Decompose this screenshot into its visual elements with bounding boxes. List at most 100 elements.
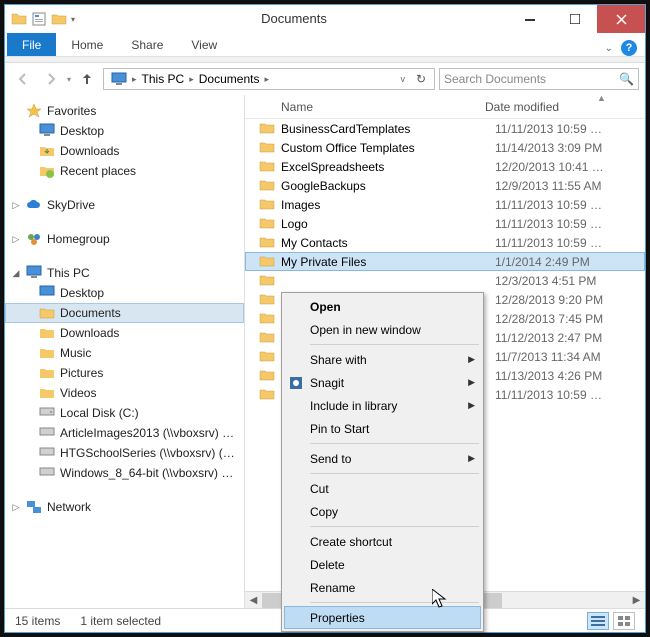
file-row[interactable]: ExcelSpreadsheets12/20/2013 10:41 … (245, 157, 645, 176)
cm-send-to[interactable]: Send to▶ (284, 447, 481, 470)
new-folder-icon[interactable] (51, 11, 67, 27)
star-icon (26, 103, 42, 119)
breadcrumb[interactable]: ▸ This PC ▸ Documents ▸ v ↻ (103, 68, 435, 90)
search-input[interactable]: Search Documents 🔍 (439, 68, 639, 90)
chevron-right-icon[interactable]: ▸ (264, 74, 269, 85)
tab-file[interactable]: File (7, 33, 56, 56)
forward-button[interactable] (39, 67, 63, 91)
cm-properties[interactable]: Properties (284, 606, 481, 629)
nav-pc-network-drive-e[interactable]: ArticleImages2013 (\\vboxsrv) (E:) (5, 423, 244, 443)
folder-icon (259, 273, 275, 289)
expand-ribbon-icon[interactable]: ⌄ (605, 43, 613, 54)
tab-home[interactable]: Home (58, 33, 116, 56)
breadcrumb-dropdown-icon[interactable]: v (396, 69, 411, 89)
back-button[interactable] (11, 67, 35, 91)
scroll-left-icon[interactable]: ◀ (245, 595, 262, 606)
refresh-button[interactable]: ↻ (410, 72, 432, 86)
nav-this-pc[interactable]: ◢ This PC (5, 263, 244, 283)
pictures-icon (39, 365, 55, 381)
network-drive-icon (39, 425, 55, 441)
folder-icon (259, 349, 275, 365)
nav-skydrive[interactable]: ▷ SkyDrive (5, 195, 244, 215)
folder-icon (259, 121, 275, 137)
cm-separator (310, 473, 479, 474)
nav-homegroup[interactable]: ▷ Homegroup (5, 229, 244, 249)
cm-rename[interactable]: Rename (284, 576, 481, 599)
nav-pc-desktop[interactable]: Desktop (5, 283, 244, 303)
submenu-arrow-icon: ▶ (468, 354, 475, 365)
column-header-name[interactable]: Name (245, 100, 481, 114)
file-name: My Contacts (281, 236, 495, 250)
column-header-date[interactable]: Date modified (481, 100, 645, 114)
disclosure-open-icon[interactable]: ◢ (11, 268, 21, 279)
icons-view-button[interactable] (613, 612, 635, 630)
file-date: 12/28/2013 9:20 PM (495, 293, 603, 307)
breadcrumb-documents[interactable]: Documents (194, 69, 265, 89)
file-date: 1/1/2014 2:49 PM (495, 255, 590, 269)
file-row[interactable]: My Private Files1/1/2014 2:49 PM (245, 252, 645, 271)
navigation-pane: Favorites Desktop Downloads Recent place… (5, 95, 245, 608)
nav-pc-music[interactable]: Music (5, 343, 244, 363)
cm-snagit[interactable]: Snagit▶ (284, 371, 481, 394)
qat-dropdown-icon[interactable]: ▾ (71, 15, 75, 24)
nav-pc-documents[interactable]: Documents (5, 303, 244, 323)
cm-pin-start[interactable]: Pin to Start (284, 417, 481, 440)
cm-share-with[interactable]: Share with▶ (284, 348, 481, 371)
file-row[interactable]: GoogleBackups12/9/2013 11:55 AM (245, 176, 645, 195)
up-button[interactable] (75, 67, 99, 91)
disclosure-icon[interactable]: ▷ (11, 502, 21, 513)
file-row[interactable]: 12/3/2013 4:51 PM (245, 271, 645, 290)
cm-open-new-window[interactable]: Open in new window (284, 318, 481, 341)
file-row[interactable]: My Contacts11/11/2013 10:59 … (245, 233, 645, 252)
file-name: Custom Office Templates (281, 141, 495, 155)
cm-create-shortcut[interactable]: Create shortcut (284, 530, 481, 553)
file-date: 11/11/2013 10:59 … (495, 198, 602, 212)
cm-include-library[interactable]: Include in library▶ (284, 394, 481, 417)
breadcrumb-this-pc[interactable]: This PC (137, 69, 190, 89)
nav-favorites[interactable]: Favorites (5, 101, 244, 121)
details-view-button[interactable] (587, 612, 609, 630)
drive-icon (39, 405, 55, 421)
properties-icon[interactable] (31, 11, 47, 27)
nav-pc-videos[interactable]: Videos (5, 383, 244, 403)
file-row[interactable]: Logo11/11/2013 10:59 … (245, 214, 645, 233)
minimize-button[interactable] (507, 5, 552, 33)
folder-icon (259, 292, 275, 308)
nav-pc-pictures[interactable]: Pictures (5, 363, 244, 383)
file-date: 12/20/2013 10:41 … (495, 160, 604, 174)
tab-share[interactable]: Share (118, 33, 176, 56)
file-row[interactable]: BusinessCardTemplates11/11/2013 10:59 … (245, 119, 645, 138)
status-item-count: 15 items (15, 614, 60, 628)
folder-icon (259, 159, 275, 175)
cm-copy[interactable]: Copy (284, 500, 481, 523)
nav-pc-network-drive-h[interactable]: Windows_8_64-bit (\\vboxsrv) (H:) (5, 463, 244, 483)
disclosure-icon[interactable]: ▷ (11, 234, 21, 245)
tab-view[interactable]: View (178, 33, 230, 56)
nav-pc-downloads[interactable]: Downloads (5, 323, 244, 343)
help-icon[interactable]: ? (621, 40, 637, 56)
file-row[interactable]: Custom Office Templates11/14/2013 3:09 P… (245, 138, 645, 157)
sort-indicator-icon: ▲ (597, 95, 606, 103)
nav-favorites-recent[interactable]: Recent places (5, 161, 244, 181)
scroll-right-icon[interactable]: ▶ (628, 595, 645, 606)
breadcrumb-monitor-icon[interactable] (106, 69, 132, 89)
nav-favorites-desktop[interactable]: Desktop (5, 121, 244, 141)
recent-dropdown-icon[interactable]: ▾ (67, 75, 71, 84)
cm-cut[interactable]: Cut (284, 477, 481, 500)
file-date: 12/3/2013 4:51 PM (495, 274, 596, 288)
cm-separator (310, 526, 479, 527)
nav-network[interactable]: ▷ Network (5, 497, 244, 517)
file-name: Images (281, 198, 495, 212)
cm-delete[interactable]: Delete (284, 553, 481, 576)
cm-open[interactable]: Open (284, 295, 481, 318)
file-date: 11/11/2013 10:59 … (495, 236, 602, 250)
disclosure-icon[interactable]: ▷ (11, 200, 21, 211)
nav-favorites-downloads[interactable]: Downloads (5, 141, 244, 161)
file-date: 12/9/2013 11:55 AM (495, 179, 602, 193)
file-row[interactable]: Images11/11/2013 10:59 … (245, 195, 645, 214)
maximize-button[interactable] (552, 5, 597, 33)
nav-pc-network-drive-g[interactable]: HTGSchoolSeries (\\vboxsrv) (G:) (5, 443, 244, 463)
folder-icon (259, 235, 275, 251)
close-button[interactable] (597, 5, 645, 33)
nav-pc-local-disk[interactable]: Local Disk (C:) (5, 403, 244, 423)
